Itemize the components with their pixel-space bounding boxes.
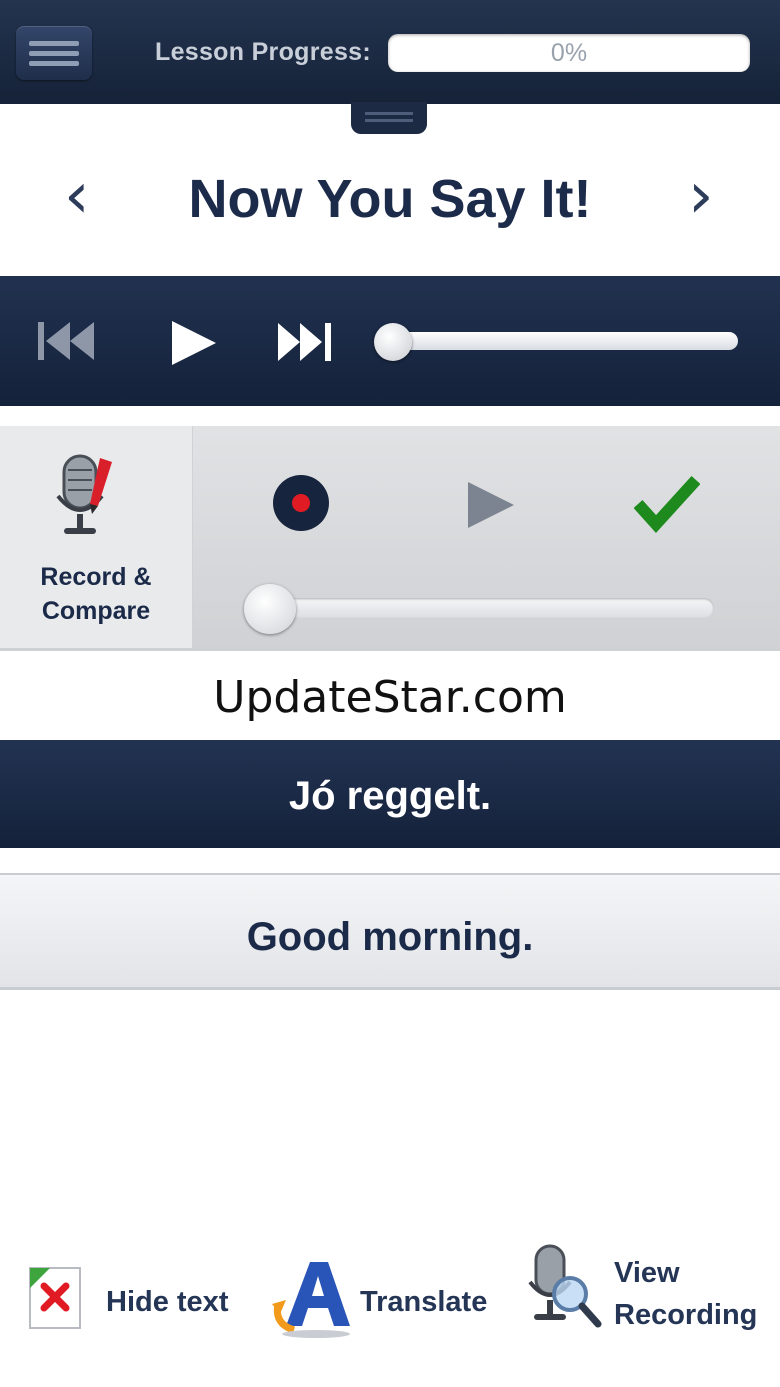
translate-button[interactable]: Translate — [266, 1256, 506, 1346]
top-bar: Lesson Progress: 0% — [0, 0, 780, 104]
play-icon[interactable] — [170, 320, 218, 366]
lesson-progress-label: Lesson Progress: — [155, 38, 371, 66]
record-compare-label-line2: Compare — [41, 597, 151, 625]
skip-back-icon[interactable] — [38, 320, 96, 362]
record-icon[interactable] — [272, 474, 330, 532]
record-compare-label: Record & Compare — [0, 560, 192, 628]
playback-play-icon[interactable] — [466, 480, 516, 530]
target-phrase-text: Jó reggelt. — [288, 774, 492, 818]
playback-slider-knob[interactable] — [374, 323, 412, 361]
audio-player — [0, 276, 780, 406]
translate-icon — [272, 1262, 350, 1338]
hide-text-icon — [29, 1267, 81, 1329]
pull-down-tab[interactable] — [351, 102, 427, 134]
view-recording-button[interactable]: View Recording — [518, 1238, 776, 1348]
translate-label: Translate — [360, 1286, 488, 1318]
hide-text-button[interactable]: Hide text — [20, 1256, 240, 1346]
record-compare-label-line1: Record & — [40, 563, 152, 591]
recording-slider-knob[interactable] — [244, 584, 296, 634]
recording-slider-track[interactable] — [248, 598, 714, 618]
title-row: ‹ Now You Say It! › — [0, 134, 780, 276]
previous-arrow-button[interactable]: ‹ — [64, 159, 90, 233]
view-recording-label-line2: Recording — [614, 1299, 758, 1331]
page-title: Now You Say It! — [188, 169, 592, 229]
menu-button[interactable] — [16, 26, 92, 80]
translation-phrase-panel: Good morning. — [0, 873, 780, 990]
lesson-progress-bar: 0% — [388, 34, 750, 72]
playback-slider-track[interactable] — [376, 332, 738, 350]
target-phrase-panel: Jó reggelt. — [0, 740, 780, 848]
skip-forward-icon[interactable] — [278, 322, 334, 362]
checkmark-icon[interactable] — [634, 474, 700, 534]
view-recording-label: View Recording — [614, 1252, 757, 1336]
record-compare-button[interactable]: Record & Compare — [0, 426, 193, 648]
translation-phrase-text: Good morning. — [246, 915, 534, 959]
hide-text-label: Hide text — [106, 1286, 229, 1318]
view-recording-icon — [528, 1244, 602, 1328]
watermark-text: UpdateStar.com — [213, 672, 567, 723]
lesson-progress-value: 0% — [550, 39, 588, 67]
view-recording-label-line1: View — [614, 1257, 680, 1289]
next-arrow-button[interactable]: › — [688, 159, 714, 233]
microphone-icon — [56, 454, 112, 534]
